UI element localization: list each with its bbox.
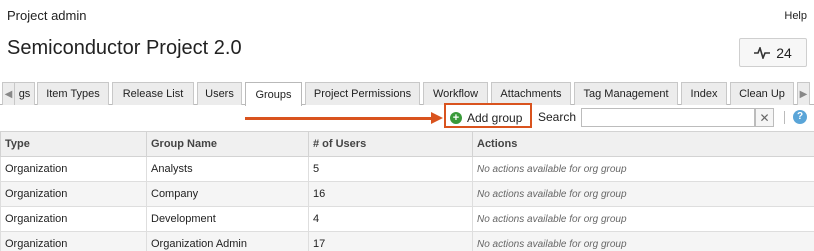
tab-clean-up[interactable]: Clean Up [730, 82, 794, 105]
activity-count: 24 [776, 44, 792, 61]
cell-group-name: Company [146, 181, 309, 207]
tab-label: gs [18, 88, 31, 100]
activity-button[interactable]: 24 [739, 38, 807, 67]
annotation-arrow-head [431, 112, 443, 124]
tab-users[interactable]: Users [197, 82, 242, 105]
table-row[interactable]: Organization Development 4 No actions av… [0, 206, 814, 232]
project-name: Semiconductor Project 2.0 [7, 37, 242, 59]
tab-tags[interactable]: gs [14, 82, 35, 105]
tab-workflow[interactable]: Workflow [423, 82, 488, 105]
cell-group-name: Organization Admin [146, 231, 309, 251]
add-group-button[interactable]: + Add group [450, 109, 522, 126]
tab-label: Tag Management [583, 88, 669, 100]
tab-label: Groups [255, 88, 292, 101]
tab-project-permissions[interactable]: Project Permissions [305, 82, 420, 105]
cell-actions: No actions available for org group [472, 181, 814, 207]
column-header-actions[interactable]: Actions [472, 131, 814, 157]
tab-label: Release List [122, 88, 184, 100]
tab-index[interactable]: Index [681, 82, 727, 105]
clear-search-button[interactable]: ✕ [755, 108, 774, 127]
tab-tag-management[interactable]: Tag Management [574, 82, 678, 105]
tab-label: Item Types [46, 88, 100, 100]
cell-user-count: 16 [308, 181, 473, 207]
page-header-title: Project admin [7, 8, 87, 23]
plus-circle-icon: + [450, 111, 462, 124]
tab-item-types[interactable]: Item Types [37, 82, 109, 105]
cell-type: Organization [0, 231, 147, 251]
groups-table: Type Group Name # of Users Actions Organ… [0, 131, 814, 251]
tab-groups[interactable]: Groups [245, 82, 302, 106]
tab-attachments[interactable]: Attachments [491, 82, 571, 105]
clear-x-icon: ✕ [759, 110, 770, 125]
cell-group-name: Development [146, 206, 309, 232]
table-row[interactable]: Organization Organization Admin 17 No ac… [0, 231, 814, 251]
help-link[interactable]: Help [784, 10, 807, 22]
tab-label: Workflow [432, 88, 479, 100]
tab-release-list[interactable]: Release List [112, 82, 194, 105]
annotation-arrow-line [245, 117, 433, 120]
add-group-label: Add group [467, 110, 523, 125]
table-row[interactable]: Organization Analysts 5 No actions avail… [0, 156, 814, 182]
search-label: Search [538, 110, 577, 124]
cell-type: Organization [0, 206, 147, 232]
column-header-group-name[interactable]: Group Name [146, 131, 309, 157]
cell-group-name: Analysts [146, 156, 309, 182]
tab-label: Attachments [500, 88, 562, 100]
search-input[interactable] [581, 108, 755, 127]
tab-label: Project Permissions [313, 88, 412, 100]
tab-bar: ◀ gs Item Types Release List Users Group… [0, 82, 814, 106]
tab-label: Index [690, 88, 718, 100]
cell-type: Organization [0, 156, 147, 182]
cell-actions: No actions available for org group [472, 156, 814, 182]
activity-pulse-icon [754, 46, 771, 59]
cell-user-count: 17 [308, 231, 473, 251]
table-row[interactable]: Organization Company 16 No actions avail… [0, 181, 814, 207]
column-header-type[interactable]: Type [0, 131, 147, 157]
tab-label: Users [205, 88, 234, 100]
cell-actions: No actions available for org group [472, 231, 814, 251]
column-header-user-count[interactable]: # of Users [308, 131, 473, 157]
cell-actions: No actions available for org group [472, 206, 814, 232]
cell-user-count: 4 [308, 206, 473, 232]
tab-label: Clean Up [739, 88, 785, 100]
cell-type: Organization [0, 181, 147, 207]
table-header-row: Type Group Name # of Users Actions [0, 131, 814, 157]
help-question-icon[interactable]: ? [793, 110, 807, 124]
scroll-right-icon[interactable]: ▶ [797, 82, 810, 105]
toolbar-divider [784, 111, 785, 124]
cell-user-count: 5 [308, 156, 473, 182]
